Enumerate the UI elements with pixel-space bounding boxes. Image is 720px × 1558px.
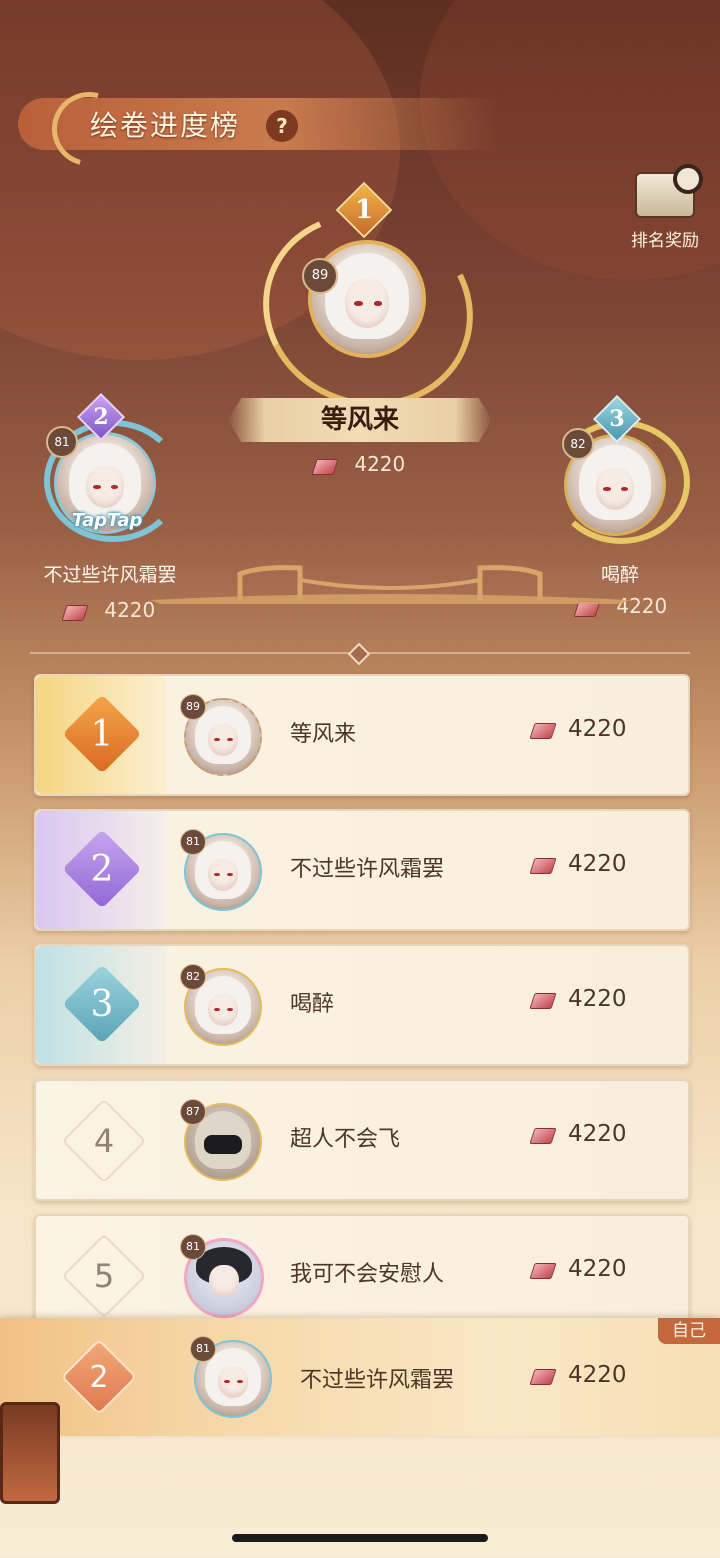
gem-icon xyxy=(530,720,556,740)
level-badge: 81 xyxy=(180,1234,206,1260)
rank-1-badge: 1 xyxy=(62,694,142,774)
table-row[interactable]: 1 89 等风来 4220 xyxy=(34,674,690,796)
player-name: 喝醉 xyxy=(290,992,335,1017)
podium-second-score: 4220 xyxy=(62,598,155,622)
gem-icon xyxy=(530,855,556,875)
boat-platform-ornament xyxy=(150,565,630,604)
self-rank-badge: 2 xyxy=(60,1338,138,1416)
level-badge: 81 xyxy=(180,829,206,855)
self-rank-row[interactable]: 自己 2 81 不过些许风霜罢 4220 xyxy=(0,1318,720,1436)
podium-third-level: 82 xyxy=(562,428,594,460)
player-name: 不过些许风霜罢 xyxy=(290,857,445,882)
player-score: 4220 xyxy=(530,716,627,742)
gem-icon xyxy=(312,456,338,476)
player-name: 超人不会飞 xyxy=(290,1127,401,1152)
list-avatar[interactable]: 81 xyxy=(176,825,266,915)
gem-icon xyxy=(530,1260,556,1280)
help-button[interactable]: ? xyxy=(266,110,298,142)
chest-magnifier-icon xyxy=(635,164,703,218)
level-badge: 81 xyxy=(190,1336,216,1362)
list-avatar[interactable]: 87 xyxy=(176,1095,266,1185)
gem-icon xyxy=(62,602,88,622)
lantern-ornament-icon xyxy=(0,1402,60,1504)
page-title: 绘卷进度榜 xyxy=(90,109,241,142)
level-badge: 87 xyxy=(180,1099,206,1125)
ranking-reward-label: 排名奖励 xyxy=(631,231,699,251)
player-score: 4220 xyxy=(530,1121,627,1147)
gem-icon xyxy=(530,990,556,1010)
podium-first-score: 4220 xyxy=(312,452,405,476)
self-score: 4220 xyxy=(530,1362,627,1388)
list-avatar[interactable]: 81 xyxy=(176,1230,266,1320)
podium-first-level: 89 xyxy=(302,258,338,294)
podium-second-level: 81 xyxy=(46,426,78,458)
player-score: 4220 xyxy=(530,851,627,877)
list-avatar[interactable]: 89 xyxy=(176,690,266,780)
rank-3-badge: 3 xyxy=(62,964,142,1044)
level-badge: 82 xyxy=(180,964,206,990)
rank-2-badge: 2 xyxy=(62,829,142,909)
home-indicator[interactable] xyxy=(232,1534,488,1542)
gem-icon xyxy=(530,1125,556,1145)
podium-first-name: 等风来 xyxy=(320,405,399,435)
self-tag: 自己 xyxy=(658,1318,720,1344)
table-row[interactable]: 3 82 喝醉 4220 xyxy=(34,944,690,1066)
player-name: 等风来 xyxy=(290,722,357,747)
rank-5-badge: 5 xyxy=(61,1233,147,1319)
ranking-reward-button[interactable]: 排名奖励 xyxy=(620,164,710,252)
podium-first-avatar[interactable] xyxy=(308,240,426,358)
taptap-frame-text: TapTap xyxy=(72,510,143,531)
gem-icon xyxy=(530,1366,556,1386)
level-badge: 89 xyxy=(180,694,206,720)
table-row[interactable]: 2 81 不过些许风霜罢 4220 xyxy=(34,809,690,931)
player-score: 4220 xyxy=(530,1256,627,1282)
table-row[interactable]: 4 87 超人不会飞 4220 xyxy=(34,1079,690,1201)
self-avatar[interactable]: 81 xyxy=(186,1332,276,1422)
rank-4-badge: 4 xyxy=(61,1098,147,1184)
player-score: 4220 xyxy=(530,986,627,1012)
self-name: 不过些许风霜罢 xyxy=(300,1368,455,1393)
player-name: 我可不会安慰人 xyxy=(290,1262,445,1287)
list-avatar[interactable]: 82 xyxy=(176,960,266,1050)
divider-diamond-icon xyxy=(347,642,371,666)
